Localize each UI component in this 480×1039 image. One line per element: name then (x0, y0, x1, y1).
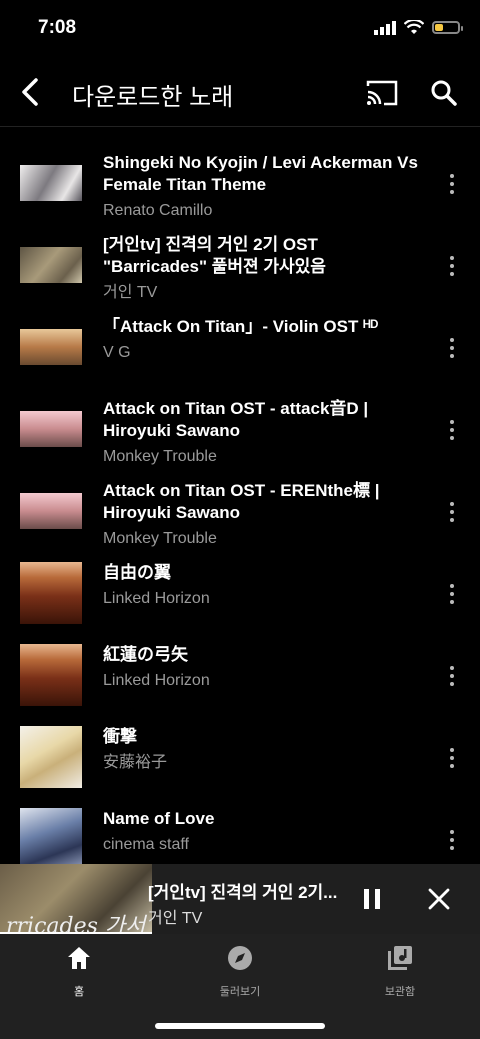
track-row[interactable]: Name of Love cinema staff (0, 798, 480, 864)
tab-library[interactable]: 보관함 (350, 944, 450, 999)
more-options-icon[interactable] (440, 256, 464, 276)
track-title: 「Attack On Titan」- Violin OST ᴴᴰ (103, 317, 379, 336)
track-title: Attack on Titan OST - attack音D | Hiroyuk… (103, 399, 369, 440)
track-row[interactable]: [거인tv] 진격의 거인 2기 OST "Barricades" 풀버젼 가사… (0, 224, 480, 306)
track-list: Shingeki No Kyojin / Levi Ackerman Vs Fe… (0, 142, 480, 864)
track-row[interactable]: 衝撃 安藤裕子 (0, 716, 480, 798)
mini-player-title: [거인tv] 진격의 거인 2기... (148, 883, 338, 902)
track-row[interactable]: Shingeki No Kyojin / Levi Ackerman Vs Fe… (0, 142, 480, 224)
mini-player[interactable]: rricades 가서 [거인tv] 진격의 거인 2기... 거인 TV (0, 864, 480, 934)
track-thumbnail (20, 562, 82, 624)
track-title: 紅蓮の弓矢 (103, 645, 188, 664)
library-icon (388, 946, 412, 970)
more-options-icon[interactable] (440, 584, 464, 604)
track-title: 衝撃 (103, 727, 137, 746)
status-time: 7:08 (38, 17, 77, 38)
track-artist: Linked Horizon (103, 590, 210, 607)
status-bar: 7:08 (0, 0, 480, 60)
track-title: Attack on Titan OST - ERENthe標 | Hiroyuk… (103, 481, 380, 522)
page-title: 다운로드한 노래 (72, 84, 234, 111)
artwork-text: rricades 가서 (6, 914, 146, 934)
more-options-icon[interactable] (440, 338, 464, 358)
track-thumbnail (20, 152, 82, 214)
track-thumbnail (20, 398, 82, 460)
track-artist: Monkey Trouble (103, 530, 217, 547)
tab-label: 홈 (73, 986, 85, 998)
tab-home[interactable]: 홈 (29, 944, 129, 999)
track-artist: V G (103, 344, 131, 361)
track-thumbnail (20, 316, 82, 378)
mini-player-artwork: rricades 가서 (0, 864, 152, 934)
more-options-icon[interactable] (440, 748, 464, 768)
track-artist: Monkey Trouble (103, 448, 217, 465)
track-artist: 安藤裕子 (103, 754, 168, 771)
track-title: Shingeki No Kyojin / Levi Ackerman Vs Fe… (103, 153, 418, 194)
track-title: 自由の翼 (103, 563, 171, 582)
track-row[interactable]: 「Attack On Titan」- Violin OST ᴴᴰ V G (0, 306, 480, 388)
track-row[interactable]: Attack on Titan OST - ERENthe標 | Hiroyuk… (0, 470, 480, 552)
track-artist: cinema staff (103, 836, 189, 853)
mini-player-artist: 거인 TV (148, 910, 203, 927)
battery-icon (432, 21, 463, 34)
track-row[interactable]: 自由の翼 Linked Horizon (0, 552, 480, 634)
track-artist: Linked Horizon (103, 672, 210, 689)
back-arrow-icon[interactable] (16, 74, 48, 110)
close-icon[interactable] (426, 886, 452, 912)
track-row[interactable]: 紅蓮の弓矢 Linked Horizon (0, 634, 480, 716)
cast-icon[interactable] (364, 76, 400, 110)
track-title: [거인tv] 진격의 거인 2기 OST "Barricades" 풀버젼 가사… (103, 235, 326, 276)
tab-label: 보관함 (384, 986, 416, 998)
more-options-icon[interactable] (440, 420, 464, 440)
track-thumbnail (20, 808, 82, 864)
track-title: Name of Love (103, 809, 215, 828)
home-indicator (155, 1023, 325, 1029)
compass-icon (228, 946, 252, 970)
track-thumbnail (20, 726, 82, 788)
more-options-icon[interactable] (440, 666, 464, 686)
signal-icon (374, 20, 396, 35)
track-thumbnail (20, 480, 82, 542)
track-thumbnail (20, 234, 82, 296)
tab-explore[interactable]: 둘러보기 (190, 944, 290, 999)
wifi-icon (404, 20, 424, 34)
app-header: 다운로드한 노래 (0, 60, 480, 127)
search-icon[interactable] (428, 76, 460, 110)
track-artist: Renato Camillo (103, 202, 213, 219)
more-options-icon[interactable] (440, 502, 464, 522)
track-artist: 거인 TV (103, 284, 158, 301)
bottom-nav: 홈 둘러보기 보관함 (0, 934, 480, 1039)
more-options-icon[interactable] (440, 830, 464, 850)
home-icon (68, 947, 90, 969)
more-options-icon[interactable] (440, 174, 464, 194)
status-icons (374, 20, 463, 35)
track-row[interactable]: Attack on Titan OST - attack音D | Hiroyuk… (0, 388, 480, 470)
track-thumbnail (20, 644, 82, 706)
pause-icon[interactable] (360, 886, 384, 912)
tab-label: 둘러보기 (219, 986, 261, 998)
